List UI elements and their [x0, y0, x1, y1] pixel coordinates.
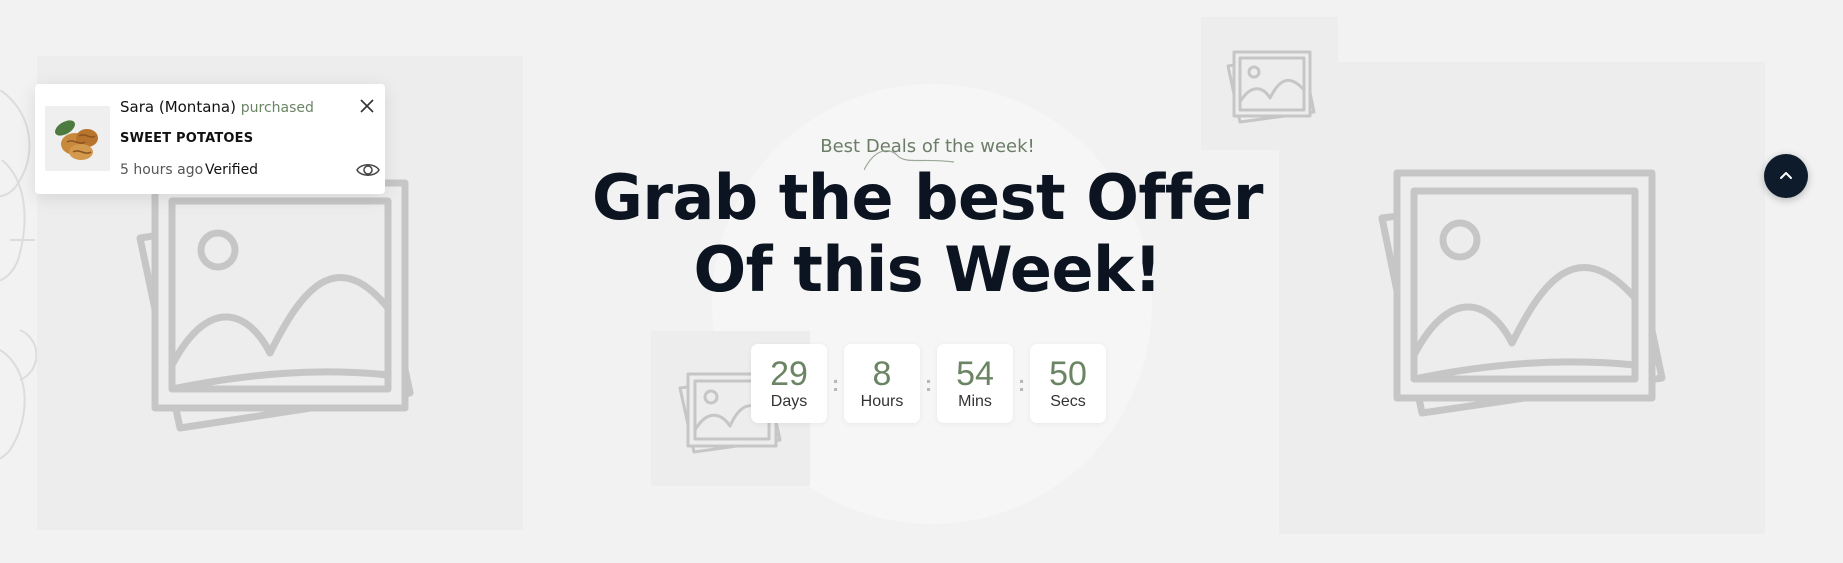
image-placeholder-icon [1378, 169, 1666, 417]
countdown-mins: 54 Mins [937, 344, 1013, 423]
image-placeholder-small-top [1201, 17, 1338, 150]
countdown-value: 8 [872, 354, 892, 393]
countdown-value: 29 [770, 354, 808, 393]
countdown-days: 29 Days [751, 344, 827, 423]
countdown-label: Mins [958, 392, 992, 410]
product-thumbnail[interactable] [45, 106, 110, 171]
countdown-label: Days [770, 392, 808, 410]
close-icon[interactable] [357, 96, 377, 116]
countdown-value: 50 [1049, 354, 1087, 393]
countdown-separator: : [1017, 370, 1026, 396]
countdown-value: 54 [956, 354, 994, 393]
purchase-time: 5 hours ago [120, 162, 204, 178]
countdown-separator: : [924, 370, 933, 396]
countdown-label: Hours [860, 392, 904, 410]
purchase-notification-popup[interactable]: Sara (Montana) purchased SWEET POTATOES … [35, 84, 385, 194]
chevron-up-icon [1780, 172, 1792, 179]
countdown-timer: 29 Days : 8 Hours : 54 Mins : 50 Secs [751, 344, 1106, 423]
product-name[interactable]: SWEET POTATOES [120, 131, 253, 146]
verified-badge: Verified [205, 162, 259, 178]
buyer-line: Sara (Montana) purchased [120, 98, 314, 116]
walnut-product-image [55, 120, 98, 160]
countdown-hours: 8 Hours [844, 344, 920, 423]
image-placeholder-icon [1226, 50, 1315, 123]
section-headline: Grab the best Offer Of this Week! [591, 161, 1264, 306]
countdown-label: Secs [1050, 392, 1086, 410]
eye-icon[interactable] [355, 160, 381, 180]
buyer-name: Sara (Montana) [120, 98, 236, 116]
countdown-secs: 50 Secs [1030, 344, 1106, 423]
purchase-verb: purchased [240, 100, 314, 116]
scroll-to-top-button[interactable] [1764, 154, 1808, 198]
product-image-placeholder-right [1279, 62, 1765, 534]
countdown-separator: : [831, 370, 840, 396]
